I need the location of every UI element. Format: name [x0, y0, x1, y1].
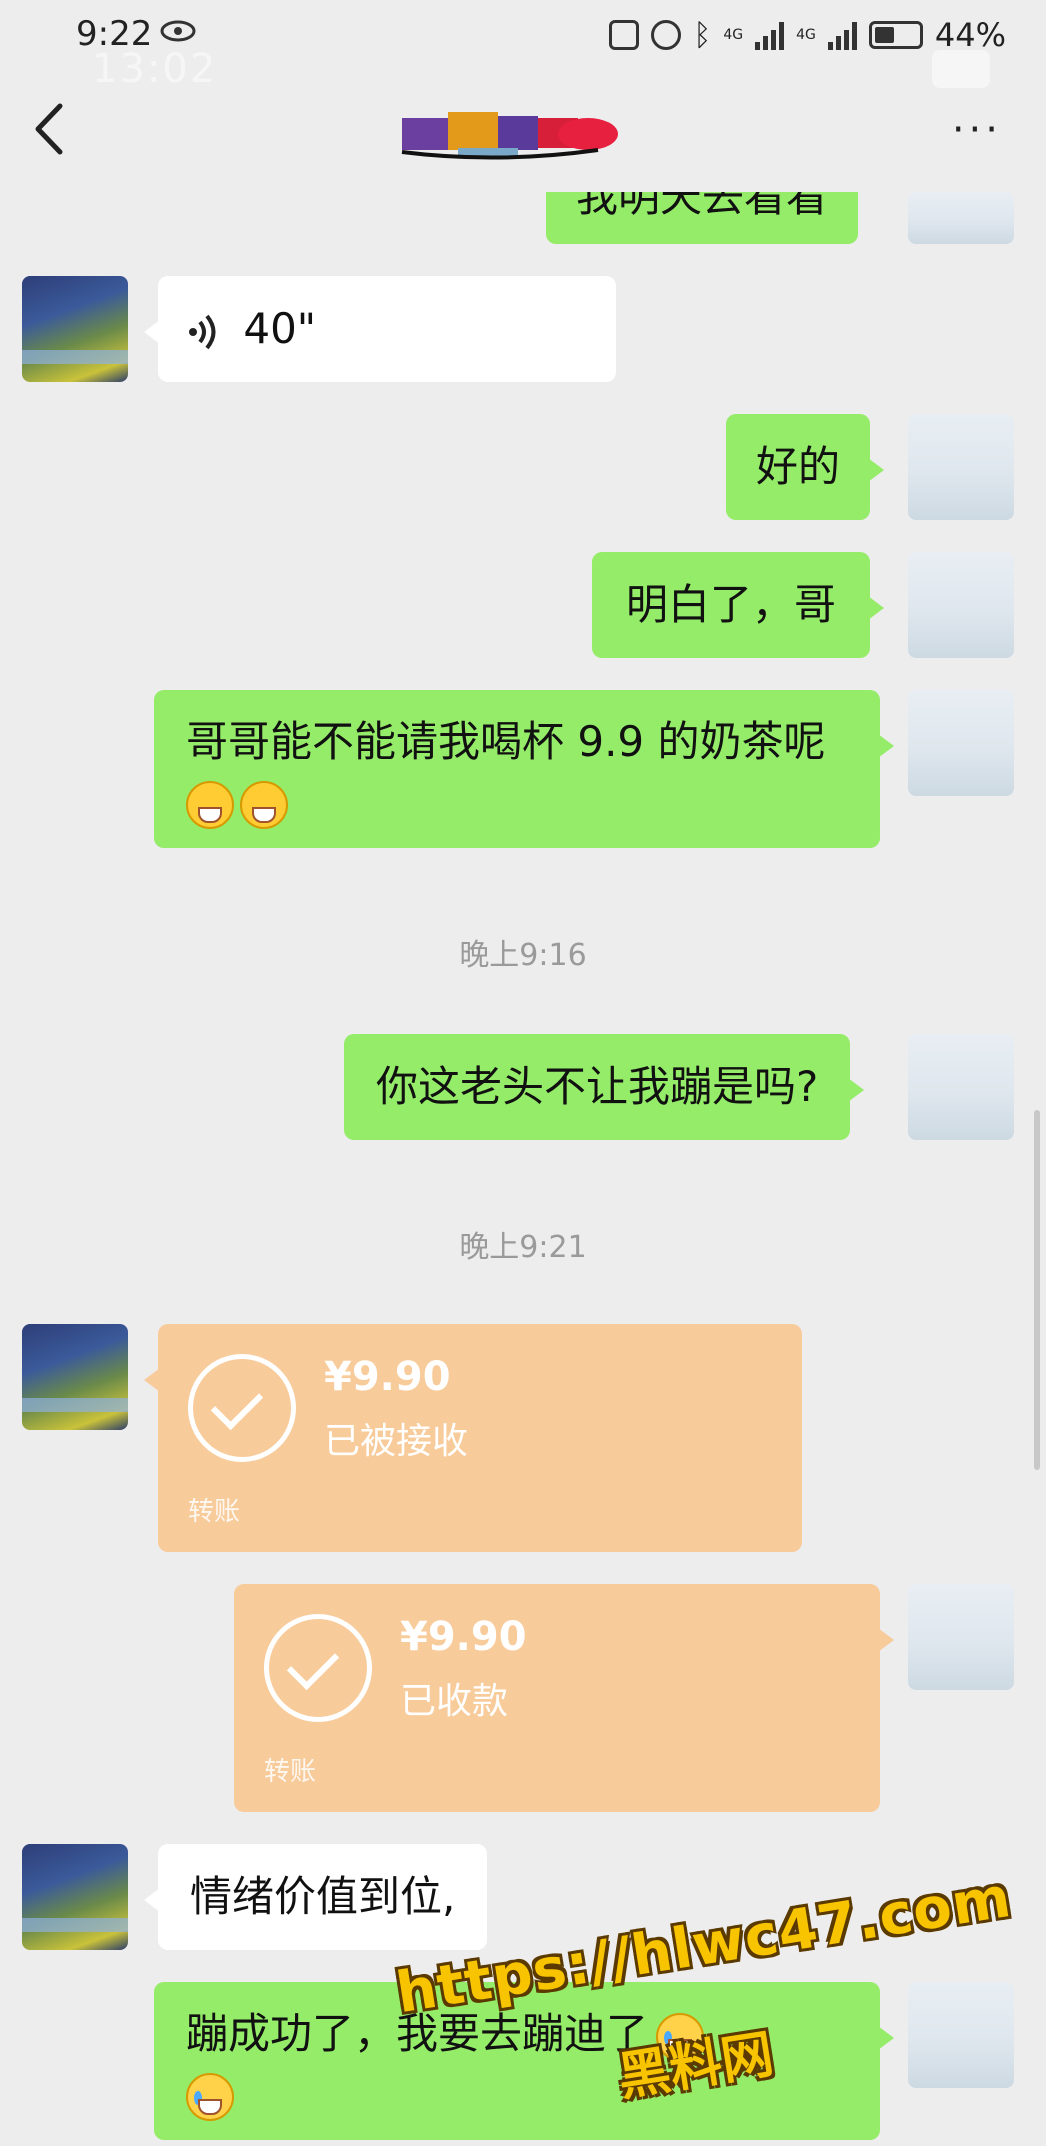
self-avatar[interactable]	[908, 1584, 1014, 1690]
ghost-badge	[932, 50, 990, 88]
self-avatar[interactable]	[908, 192, 1014, 244]
grin-emoji-icon	[186, 780, 234, 829]
signal-icon-2	[827, 20, 857, 50]
transfer-amount: ¥9.90	[324, 1354, 451, 1400]
transfer-status: 已收款	[400, 1681, 509, 1722]
contact-avatar[interactable]	[22, 1844, 128, 1950]
scrollbar[interactable]	[1034, 1110, 1040, 1470]
contact-name-redacted	[401, 112, 618, 160]
message-bubble[interactable]: 好的	[726, 414, 885, 520]
contact-avatar[interactable]	[22, 276, 128, 382]
more-dots-icon[interactable]: ···	[952, 110, 1002, 150]
message-text: 情绪价值到位,	[190, 1872, 456, 1921]
message-text: 你这老头不让我蹦是吗?	[376, 1062, 819, 1111]
voice-duration: 40"	[243, 304, 317, 353]
message-bubble-partial[interactable]: 我明天去看看	[546, 172, 859, 244]
status-ghost-time: 13:02	[92, 46, 218, 92]
alarm-icon	[651, 20, 682, 50]
self-avatar[interactable]	[908, 1982, 1014, 2088]
timestamp: 晚上9:21	[459, 1230, 587, 1265]
network-label-1: 4G	[723, 27, 744, 43]
message-text: 我明天去看看	[576, 172, 829, 221]
self-avatar[interactable]	[908, 1034, 1014, 1140]
voice-message[interactable]: 40"	[144, 276, 616, 382]
message-bubble[interactable]: 情绪价值到位,	[143, 1844, 488, 1950]
transfer-card-collected[interactable]: ¥9.90 已收款 转账	[234, 1584, 894, 1812]
self-avatar[interactable]	[908, 552, 1014, 658]
transfer-amount: ¥9.90	[400, 1614, 527, 1660]
transfer-card-received[interactable]: ¥9.90 已被接收 转账	[144, 1324, 802, 1552]
bluetooth-icon: ᛒ	[693, 17, 712, 53]
chevron-left-icon[interactable]	[30, 102, 70, 156]
check-circle-icon	[264, 1614, 372, 1722]
emoji-row	[186, 772, 848, 832]
check-circle-icon	[188, 1354, 296, 1462]
contact-avatar[interactable]	[22, 1324, 128, 1430]
voice-icon	[189, 314, 216, 349]
transfer-label: 转账	[264, 1757, 317, 1787]
eye-icon	[160, 20, 196, 42]
grin-emoji-icon	[240, 780, 288, 829]
network-label-2: 4G	[796, 27, 816, 43]
battery-percent: 44%	[934, 16, 1006, 54]
transfer-status: 已被接收	[324, 1421, 469, 1462]
message-text: 好的	[756, 442, 841, 491]
message-text: 哥哥能不能请我喝杯 9.9 的奶茶呢	[186, 717, 826, 766]
transfer-label: 转账	[188, 1497, 241, 1527]
laugh-cry-emoji-icon	[186, 2072, 234, 2121]
battery-icon	[868, 21, 923, 49]
signal-icon	[755, 20, 785, 50]
message-text: 明白了，哥	[626, 580, 837, 629]
message-bubble[interactable]: 哥哥能不能请我喝杯 9.9 的奶茶呢	[154, 690, 894, 848]
nfc-icon	[609, 20, 640, 50]
self-avatar[interactable]	[908, 414, 1014, 520]
timestamp: 晚上9:16	[459, 938, 587, 973]
status-icons: ᛒ 4G 4G 44%	[609, 16, 1006, 54]
message-bubble[interactable]: 明白了，哥	[592, 552, 885, 658]
self-avatar[interactable]	[908, 690, 1014, 796]
message-bubble[interactable]: 你这老头不让我蹦是吗?	[344, 1034, 865, 1140]
